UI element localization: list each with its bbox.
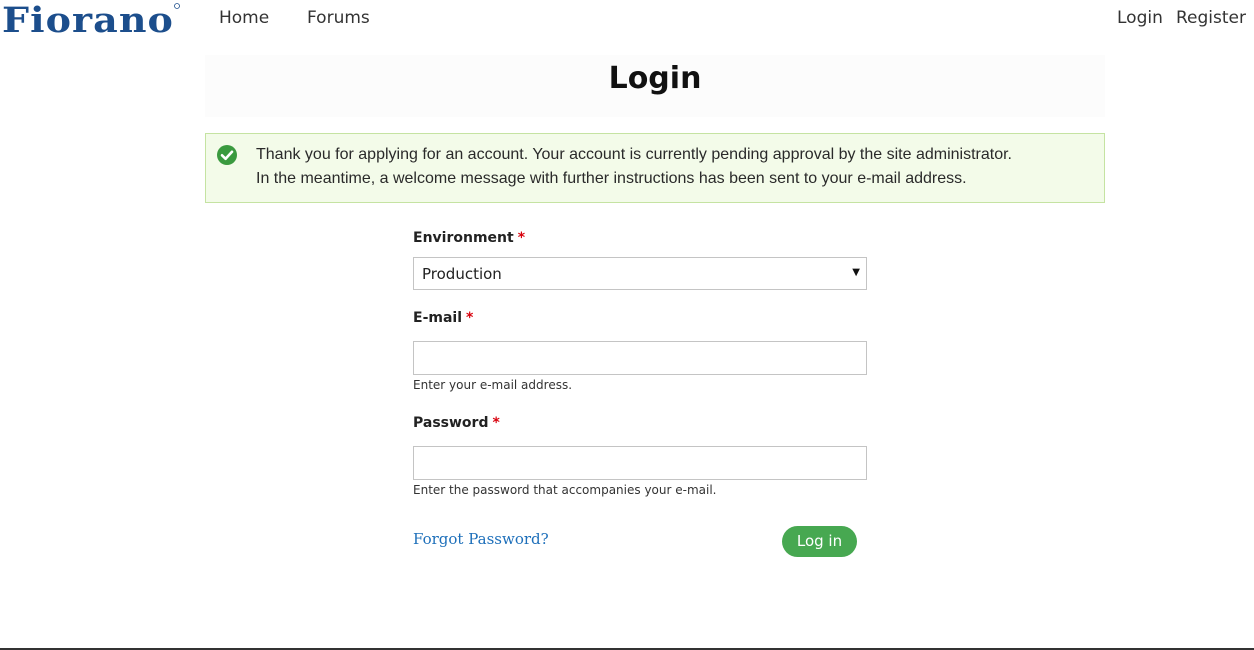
required-mark: * [466,310,474,326]
environment-label-text: Environment [413,230,514,246]
status-message: Thank you for applying for an account. Y… [205,133,1105,203]
email-label: E-mail * [413,310,473,326]
forgot-password-link[interactable]: Forgot Password? [413,530,549,548]
page-title: Login [608,61,702,96]
checkmark-circle-icon [217,145,237,165]
password-field[interactable] [413,446,867,480]
password-help-text: Enter the password that accompanies your… [413,483,717,497]
status-line-1: Thank you for applying for an account. Y… [256,146,1012,163]
environment-label: Environment * [413,230,525,246]
nav-login[interactable]: Login [1117,8,1163,28]
login-form: Environment * Production ▼ E-mail * Enter … [413,228,867,568]
nav-forums[interactable]: Forums [307,8,370,28]
logo-text: Fiorano [2,2,174,36]
email-label-text: E-mail [413,310,463,326]
password-label: Password * [413,415,500,431]
title-band: Login [205,55,1105,117]
log-in-button[interactable]: Log in [782,526,857,557]
environment-selected-value: Production [422,265,502,283]
email-field[interactable] [413,341,867,375]
required-mark: * [517,230,526,246]
environment-select[interactable]: Production ▼ [413,257,867,290]
fiorano-logo[interactable]: Fiorano [2,2,180,36]
dropdown-caret-icon: ▼ [852,267,860,278]
nav-home[interactable]: Home [219,8,269,28]
email-help-text: Enter your e-mail address. [413,378,573,392]
password-label-text: Password [413,415,489,431]
required-mark: * [492,415,500,431]
status-line-2: In the meantime, a welcome message with … [256,170,967,187]
nav-register[interactable]: Register [1176,8,1246,28]
